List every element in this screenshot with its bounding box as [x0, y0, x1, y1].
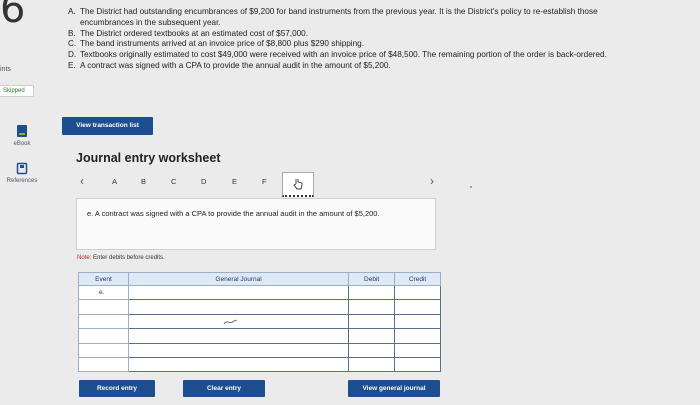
account-input[interactable] [127, 299, 350, 315]
account-input[interactable] [127, 284, 350, 301]
tab-current[interactable] [282, 172, 314, 197]
table-row [78, 342, 441, 358]
references-label: References [6, 178, 38, 184]
references-link[interactable]: References [0, 162, 44, 184]
problem-item: C. The band instruments arrived at an in… [68, 39, 365, 49]
table-row: e. [78, 284, 441, 301]
credit-column-header: Credit [394, 272, 441, 286]
problem-item: A. The District had outstanding encumbra… [68, 7, 598, 27]
tab-b[interactable]: B [141, 177, 146, 186]
cursor-icon [223, 319, 238, 325]
document-icon [16, 162, 28, 175]
table-row [78, 313, 441, 330]
credit-input[interactable] [394, 299, 441, 315]
view-transaction-list-button[interactable]: View transaction list [62, 117, 153, 135]
debit-input[interactable] [348, 299, 396, 315]
clear-entry-button[interactable]: Clear entry [183, 380, 265, 397]
previous-arrow-icon[interactable]: ‹ [80, 174, 84, 188]
book-icon [17, 125, 27, 137]
event-cell [78, 299, 129, 315]
debit-input[interactable] [348, 342, 396, 358]
journal-table: Event General Journal Debit Credit e. [78, 272, 441, 373]
event-cell [78, 328, 129, 344]
stray-dot [470, 186, 472, 188]
debit-input[interactable] [348, 328, 396, 344]
event-cell [78, 313, 129, 330]
account-input[interactable] [127, 342, 350, 358]
worksheet-title: Journal entry worksheet [76, 151, 221, 165]
ebook-label: eBook [13, 141, 31, 147]
debit-column-header: Debit [348, 272, 396, 286]
problem-item: D. Textbooks originally estimated to cos… [68, 50, 607, 60]
table-row [78, 328, 441, 344]
credit-input[interactable] [394, 284, 441, 301]
status-badge: Skipped [0, 85, 34, 97]
transaction-tabs: ‹ A B C D E F [80, 172, 450, 200]
event-column-header: Event [78, 272, 129, 286]
credit-input[interactable] [394, 356, 441, 373]
tab-d[interactable]: D [201, 177, 206, 186]
account-input[interactable] [127, 328, 350, 344]
problem-item: B. The District ordered textbooks at an … [68, 28, 309, 38]
event-cell [78, 356, 129, 373]
event-cell: e. [78, 284, 129, 301]
tab-f[interactable]: F [262, 177, 267, 186]
points-label: ints [0, 66, 11, 73]
tab-e[interactable]: E [232, 177, 237, 186]
transaction-description: e. A contract was signed with a CPA to p… [76, 198, 436, 250]
problem-statement: A. The District had outstanding encumbra… [68, 7, 628, 72]
view-general-journal-button[interactable]: View general journal [348, 380, 440, 397]
debit-input[interactable] [348, 356, 396, 373]
debit-input[interactable] [348, 313, 396, 330]
event-cell [78, 342, 129, 358]
hand-pointer-icon [293, 179, 303, 190]
table-row [78, 299, 441, 315]
debit-input[interactable] [348, 284, 396, 301]
credit-input[interactable] [394, 342, 441, 358]
tab-c[interactable]: C [171, 177, 176, 186]
credit-input[interactable] [394, 328, 441, 344]
credit-input[interactable] [394, 313, 441, 330]
problem-item: E. A contract was signed with a CPA to p… [68, 60, 391, 70]
account-input[interactable] [127, 356, 350, 373]
tab-a[interactable]: A [112, 177, 117, 186]
question-number: 6 [0, 0, 26, 32]
record-entry-button[interactable]: Record entry [79, 380, 155, 397]
ebook-link[interactable]: eBook [0, 124, 44, 147]
journal-column-header: General Journal [127, 272, 350, 286]
table-row [78, 356, 441, 373]
note-text: Note: Enter debits before credits. [77, 255, 165, 261]
next-arrow-icon[interactable]: › [430, 174, 434, 188]
